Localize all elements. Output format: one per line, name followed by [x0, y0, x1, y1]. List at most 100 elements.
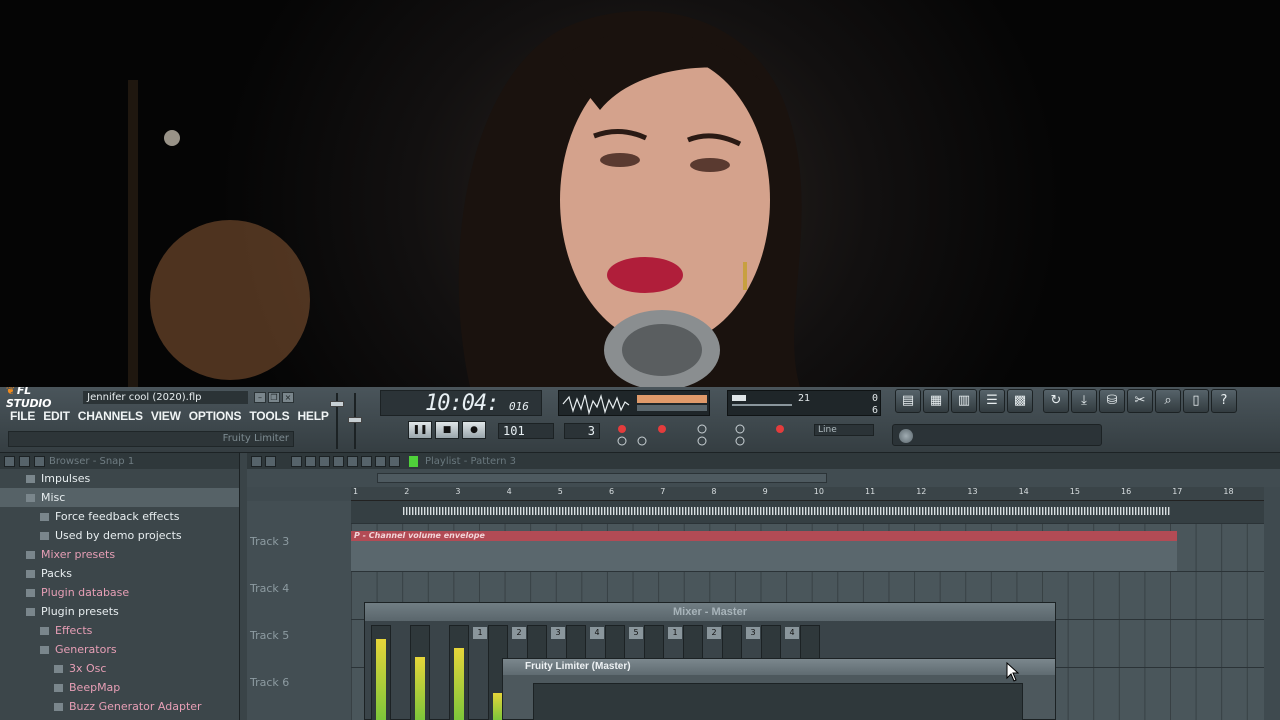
snap-selector[interactable]: Line	[814, 424, 874, 436]
help-icon[interactable]: ?	[1211, 389, 1237, 413]
browser-item[interactable]: Impulses	[0, 469, 239, 488]
loop-tick	[844, 507, 846, 515]
master-volume-fader[interactable]	[328, 393, 346, 449]
output-selector[interactable]	[892, 424, 1102, 446]
loop-tick	[982, 507, 984, 515]
menu-edit[interactable]: EDIT	[43, 409, 70, 423]
transport-controls: ❚❚ ■ ●	[380, 421, 486, 439]
playlist-icon[interactable]: ▤	[895, 389, 921, 413]
delete-tool-icon[interactable]	[319, 455, 330, 467]
pause-button[interactable]: ❚❚	[408, 421, 432, 439]
restore-icon[interactable]: ❐	[268, 391, 280, 403]
browser-item[interactable]: Buzz Generator Adapter	[0, 697, 239, 716]
zoom-tool-icon[interactable]	[375, 455, 386, 467]
loop-tick	[961, 507, 963, 515]
stop-button[interactable]: ■	[435, 421, 459, 439]
loop-tick	[886, 507, 888, 515]
record-button[interactable]: ●	[462, 421, 486, 439]
mixer-strip[interactable]	[449, 625, 469, 720]
plugin-title[interactable]: Fruity Limiter (Master)	[503, 659, 1055, 675]
browser-item[interactable]: Effects	[0, 621, 239, 640]
loop-tick	[538, 507, 540, 515]
minimize-icon[interactable]: –	[254, 391, 266, 403]
menu-tools[interactable]: TOOLS	[249, 409, 289, 423]
browser-item[interactable]: BeepMap	[0, 678, 239, 697]
horizontal-scrollbar[interactable]	[377, 473, 827, 483]
select-tool-icon[interactable]	[361, 455, 372, 467]
automation-clip-body[interactable]	[351, 541, 1177, 571]
mixer-icon[interactable]: ▩	[1007, 389, 1033, 413]
save-icon[interactable]: ⤓	[1071, 389, 1097, 413]
playback-tool-icon[interactable]	[389, 455, 400, 467]
plugin-body	[533, 683, 1023, 720]
plugin-icon	[54, 703, 63, 711]
mixer-strip[interactable]	[371, 625, 391, 720]
loop-tick	[1093, 507, 1095, 515]
menu-options[interactable]: OPTIONS	[189, 409, 242, 423]
loop-region[interactable]	[351, 501, 1264, 523]
menu-file[interactable]: FILE	[10, 409, 35, 423]
fader-knob[interactable]	[330, 401, 344, 407]
loop-tick	[418, 507, 420, 515]
loop-tick	[1144, 507, 1146, 515]
magnet-icon[interactable]	[265, 455, 276, 467]
browser-item[interactable]: Used by demo projects	[0, 526, 239, 545]
browser-icon[interactable]: ☰	[979, 389, 1005, 413]
browser-menu-icon[interactable]	[4, 455, 15, 467]
piano-roll-icon[interactable]: ▥	[951, 389, 977, 413]
loop-tick	[685, 507, 687, 515]
recording-options-icons	[617, 424, 784, 446]
play-pattern-icon[interactable]	[409, 455, 418, 467]
mixer-strip[interactable]	[410, 625, 430, 720]
tools-icon[interactable]: ✂	[1127, 389, 1153, 413]
undo-icon[interactable]: ↻	[1043, 389, 1069, 413]
browser-item[interactable]: Mixer presets	[0, 545, 239, 564]
browser-item[interactable]: Misc	[0, 488, 239, 507]
track-label[interactable]: Track 3	[250, 535, 289, 548]
mixer-title[interactable]: Mixer - Master	[365, 603, 1055, 621]
tempo-field[interactable]: 101	[498, 423, 554, 439]
fader-knob[interactable]	[348, 417, 362, 423]
timeline-ruler[interactable]: 1 2 3 4 5 6 7 8 9 10 11 12 13 14 15 16 17 18	[351, 487, 1264, 501]
track-label[interactable]: Track 6	[250, 676, 289, 689]
menu-channels[interactable]: CHANNELS	[78, 409, 143, 423]
automation-clip[interactable]: P - Channel volume envelope	[351, 531, 1177, 541]
loop-tick	[1141, 507, 1143, 515]
loop-tick	[1147, 507, 1149, 515]
loop-tick	[817, 507, 819, 515]
loop-tick	[1135, 507, 1137, 515]
loop-tick	[805, 507, 807, 515]
browser-item-label: Mixer presets	[41, 548, 116, 561]
loop-tick	[454, 507, 456, 515]
browser-item[interactable]: Plugin database	[0, 583, 239, 602]
slice-tool-icon[interactable]	[347, 455, 358, 467]
loop-tick	[796, 507, 798, 515]
menu-help[interactable]: HELP	[297, 409, 328, 423]
step-sequencer-icon[interactable]: ▦	[923, 389, 949, 413]
search-icon[interactable]: ⌕	[1155, 389, 1181, 413]
browser-item[interactable]: Generators	[0, 640, 239, 659]
menu-view[interactable]: VIEW	[151, 409, 181, 423]
pattern-field[interactable]: 3	[564, 423, 600, 439]
mute-tool-icon[interactable]	[333, 455, 344, 467]
browser-item[interactable]: 3x Osc	[0, 659, 239, 678]
track-label[interactable]: Track 4	[250, 582, 289, 595]
browser-item[interactable]: Force feedback effects	[0, 507, 239, 526]
document-icon[interactable]: ▯	[1183, 389, 1209, 413]
browser-item[interactable]: Packs	[0, 564, 239, 583]
browser-collapse-icon[interactable]	[19, 455, 30, 467]
playlist-menu-icon[interactable]	[251, 455, 262, 467]
render-icon[interactable]: ⛁	[1099, 389, 1125, 413]
paint-tool-icon[interactable]	[305, 455, 316, 467]
loop-tick	[841, 507, 843, 515]
track-label[interactable]: Track 5	[250, 629, 289, 642]
browser-item[interactable]: Plugin presets	[0, 602, 239, 621]
draw-tool-icon[interactable]	[291, 455, 302, 467]
master-pitch-fader[interactable]	[346, 393, 364, 449]
loop-tick	[952, 507, 954, 515]
browser-snap-icon[interactable]	[34, 455, 45, 467]
song-position-display[interactable]: 10:04: 016	[380, 390, 542, 416]
close-icon[interactable]: ×	[282, 391, 294, 403]
loop-tick	[730, 507, 732, 515]
loop-tick	[721, 507, 723, 515]
